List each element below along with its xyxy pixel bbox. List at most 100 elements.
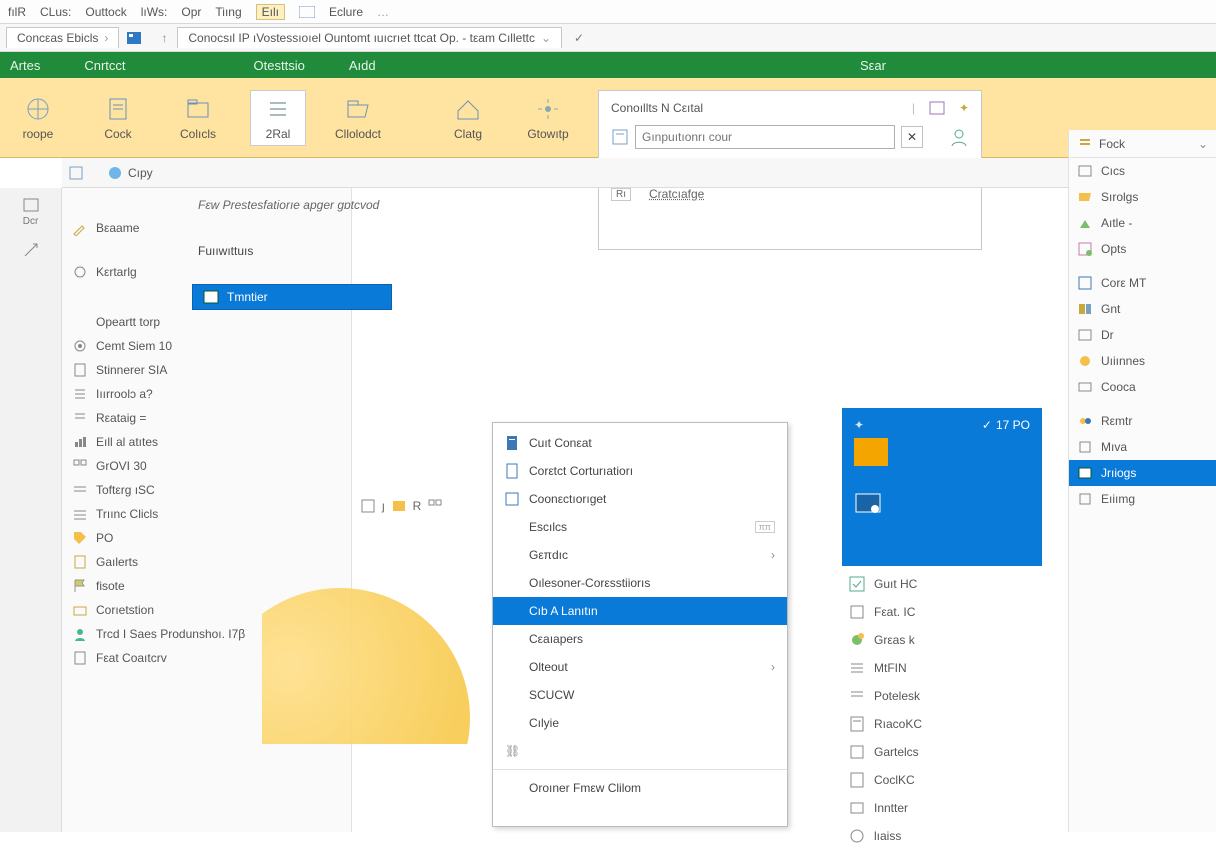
pane-item[interactable]: Cooca [1069, 374, 1216, 400]
sidebar-item[interactable]: Eıll al atıtes [62, 430, 351, 454]
pane-item[interactable]: Aıtle - [1069, 210, 1216, 236]
ribbon-button[interactable]: 2Ral [250, 90, 306, 146]
copy-button[interactable]: Cıpy [106, 164, 153, 182]
list-item[interactable]: Grεas k [842, 626, 1042, 654]
menu-item-selected[interactable]: Cıb A Lanıtın [493, 597, 787, 625]
sidebar-item[interactable]: Stinnerer SIA [62, 358, 351, 382]
overflow-dots[interactable]: … [377, 5, 389, 19]
sidebar-item[interactable]: Trıınc Clicls [62, 502, 351, 526]
grid-icon [72, 458, 88, 474]
sidebar-item-selected[interactable]: Tmntier [192, 284, 392, 310]
menu-item[interactable]: CLus: [40, 5, 71, 19]
menu-item[interactable]: Cuıt Conεat [493, 429, 787, 457]
pane-item[interactable]: Rεmtr [1069, 408, 1216, 434]
sidebar-item[interactable]: Bεaame [62, 216, 351, 240]
ribbon-tab[interactable]: Aıdd [349, 58, 376, 73]
sidebar-item[interactable]: Gaılerts [62, 550, 351, 574]
menu-item[interactable]: Opr [181, 5, 201, 19]
sidebar-item[interactable]: GrOVI 30 [62, 454, 351, 478]
menu-item[interactable]: Cılyie [493, 709, 787, 737]
list-item[interactable]: Fεat. IC [842, 598, 1042, 626]
badge: ππ [755, 521, 775, 533]
sparkle-icon[interactable]: ✦ [959, 101, 969, 115]
list-item[interactable]: MtFIN [842, 654, 1042, 682]
pane-item[interactable]: Corε MT [1069, 270, 1216, 296]
context-menu: Cuıt Conεat Corεtct Corturıatiorı Coonεc… [492, 422, 788, 827]
sidebar-item[interactable]: Rεataiɡ = [62, 406, 351, 430]
right-pane-header[interactable]: Fock ⌄ [1069, 130, 1216, 158]
sidebar-item[interactable]: Kεrtarlg [62, 260, 351, 284]
pane-item-selected[interactable]: Jrıiogs [1069, 460, 1216, 486]
ribbon-tab[interactable]: Sεar [860, 58, 886, 73]
sidebar-item[interactable]: Iıırroolɔ a? [62, 382, 351, 406]
document-tab[interactable]: Concεas Ebicls › [6, 27, 119, 48]
menu-item[interactable]: Oroıner Fmεw Clilom [493, 774, 787, 802]
pane-item[interactable]: Eıiımg [1069, 486, 1216, 512]
pane-item[interactable]: Mıva [1069, 434, 1216, 460]
checkmark-icon[interactable]: ✓ [574, 31, 584, 45]
ribbon-tab[interactable]: Artes [10, 58, 40, 73]
pane-item[interactable]: Gnt [1069, 296, 1216, 322]
toolbar-icon[interactable] [427, 498, 443, 514]
ribbon-tab[interactable]: Cnrtcct [84, 58, 125, 73]
ribbon-button[interactable]: Clatg [440, 95, 496, 141]
sidebar-item[interactable]: Opeartt torp [62, 310, 351, 334]
menu-item[interactable]: Gεπdıc [493, 541, 787, 569]
menu-item[interactable]: SCUCW [493, 681, 787, 709]
pane-item[interactable]: Opts [1069, 236, 1216, 262]
clear-icon[interactable]: ✕ [901, 126, 923, 148]
doc-icon [505, 435, 519, 451]
toolbar-icon[interactable] [360, 498, 376, 514]
list-item[interactable]: RıacoKC [842, 710, 1042, 738]
menu-item[interactable]: Tiıng [215, 5, 241, 19]
gutter-item[interactable]: Dcr [0, 196, 61, 227]
sidebar-item[interactable]: Cemt Siem 10 [62, 334, 351, 358]
ribbon-button[interactable]: Colıcls [170, 95, 226, 141]
up-arrow-icon[interactable]: ↑ [161, 31, 167, 45]
menu-item[interactable]: Escılcs ππ [493, 513, 787, 541]
list-item[interactable]: lıaiss [842, 822, 1042, 850]
menu-item[interactable]: Oılesoner-Corεsstiiorıs [493, 569, 787, 597]
menu-item[interactable]: Eclure [329, 5, 363, 19]
pane-item[interactable]: Dr [1069, 322, 1216, 348]
secondary-toolbar: Cıpy [62, 158, 1216, 188]
list-item[interactable]: CoclKC [842, 766, 1042, 794]
pane-item[interactable]: Cıcs [1069, 158, 1216, 184]
sidebar-item[interactable]: Toftεrg ıSC [62, 478, 351, 502]
ribbon-button[interactable]: Cock [90, 95, 146, 141]
document-tab[interactable]: Conocsıl IP ıVostessıoıel Ountomt ıuıcrı… [177, 27, 562, 48]
menu-item[interactable]: ⛓ [493, 737, 787, 765]
search-input[interactable] [635, 125, 895, 149]
doc-icon [72, 362, 88, 378]
menu-item[interactable]: fılR [8, 5, 26, 19]
mini-toolbar: ȷ R [360, 498, 490, 514]
list-item[interactable]: Inntter [842, 794, 1042, 822]
list-item[interactable]: Guıt HC [842, 570, 1042, 598]
tab-label: Concεas Ebicls [17, 31, 98, 45]
ribbon-button[interactable]: Gtowıtp [520, 95, 576, 141]
toolbar-button[interactable] [68, 165, 84, 181]
list-item[interactable]: Potelesk [842, 682, 1042, 710]
list-item[interactable]: Gartelcs [842, 738, 1042, 766]
menu-item[interactable]: Cεaıapers [493, 625, 787, 653]
ribbon-tab[interactable]: Otesttsio [254, 58, 305, 73]
menu-item[interactable]: lıWs: [141, 5, 168, 19]
window-icon[interactable] [929, 101, 945, 115]
app-icon [854, 492, 882, 516]
summary-card[interactable]: ✦ 17 PO [842, 408, 1042, 566]
menu-item[interactable]: Olteout [493, 653, 787, 681]
ribbon-button[interactable]: roope [10, 95, 66, 141]
sidebar-item[interactable]: PO [62, 526, 351, 550]
ribbon-button[interactable]: Cllolodct [330, 95, 386, 141]
gutter-item[interactable] [0, 241, 61, 259]
menu-item[interactable]: Outtock [85, 5, 126, 19]
menu-item[interactable]: Corεtct Corturıatiorı [493, 457, 787, 485]
doc-icon [505, 463, 519, 479]
pane-item[interactable]: Uıiınnes [1069, 348, 1216, 374]
menu-item-selected[interactable]: Eılı [256, 4, 285, 20]
toolbar-icon[interactable] [391, 498, 407, 514]
pane-item[interactable]: Sırolgs [1069, 184, 1216, 210]
user-icon[interactable] [949, 127, 969, 147]
right-pane: Fock ⌄ Cıcs Sırolgs Aıtle - Opts Corε MT… [1068, 130, 1216, 832]
menu-item[interactable]: Coonεctıorıget [493, 485, 787, 513]
